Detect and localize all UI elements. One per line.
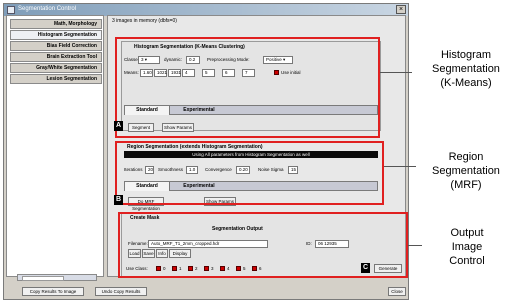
histogram-annotation-line-1: Histogram <box>440 49 492 61</box>
undo-copy-results-button[interactable]: Undo Copy Results <box>95 287 147 296</box>
zoom-field[interactable] <box>22 276 64 281</box>
app-icon <box>7 6 15 14</box>
window-title: Segmentation Control <box>18 6 77 12</box>
region-annotation-line-3: (MRF) <box>450 179 482 191</box>
output-annotation-line-1: Output <box>450 227 484 239</box>
close-window-button[interactable]: × <box>396 5 406 14</box>
output-annotation-line-3: Control <box>449 255 485 267</box>
region-annotation: Region Segmentation (MRF) <box>420 150 512 192</box>
region-leader-line <box>384 166 416 167</box>
marker-a: A <box>114 121 123 131</box>
images-in-memory-text: 3 images in memory (dbfs=0) <box>112 18 177 24</box>
region-highlight-box <box>115 141 384 205</box>
marker-c: C <box>361 263 370 273</box>
tab-math-morphology[interactable]: Math, Morphology <box>10 19 102 29</box>
histogram-highlight-box <box>115 37 380 138</box>
close-button[interactable]: Close <box>388 287 406 296</box>
output-annotation-line-2: Image <box>451 241 483 253</box>
histogram-annotation: Histogram Segmentation (K-Means) <box>420 48 512 90</box>
output-leader-line <box>408 245 422 246</box>
histogram-annotation-line-3: (K-Means) <box>440 77 492 89</box>
region-annotation-line-2: Segmentation <box>432 165 500 177</box>
zoom-control[interactable] <box>17 274 97 281</box>
marker-b: B <box>114 195 123 205</box>
tab-histogram-segmentation[interactable]: Histogram Segmentation <box>10 30 102 40</box>
tab-lesion-segmentation[interactable]: Lesion Segmentation <box>10 74 102 84</box>
copy-results-to-image-button[interactable]: Copy Results To Image <box>22 287 84 296</box>
region-annotation-line-1: Region <box>448 151 484 163</box>
sidebar-tab-list: Math, Morphology Histogram Segmentation … <box>6 15 104 281</box>
tab-gray-white-segmentation[interactable]: Gray/White Segmentation <box>10 63 102 73</box>
histogram-annotation-line-2: Segmentation <box>432 63 500 75</box>
histogram-leader-line <box>380 72 412 73</box>
tab-brain-extraction-tool[interactable]: Brain Extraction Tool <box>10 52 102 62</box>
output-annotation: Output Image Control <box>424 226 510 268</box>
tab-bias-field-correction[interactable]: Bias Field Correction <box>10 41 102 51</box>
